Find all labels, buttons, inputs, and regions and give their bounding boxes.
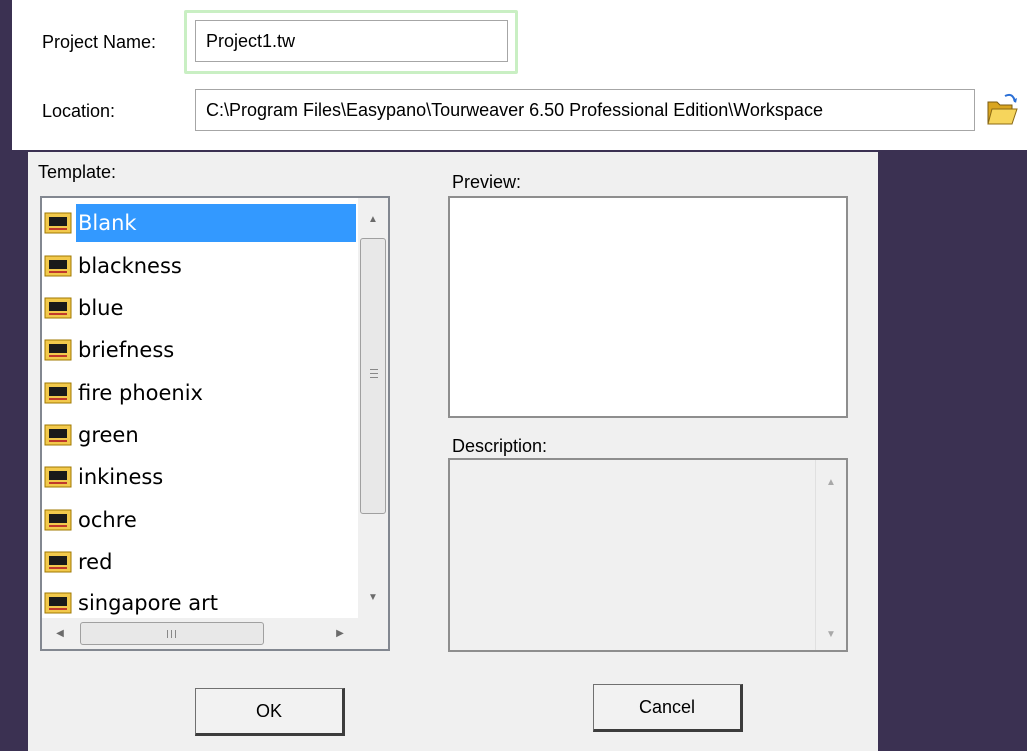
template-icon — [44, 339, 72, 361]
template-list[interactable]: Blank blackness blue briefness fire phoe… — [40, 196, 390, 651]
scroll-right-icon[interactable]: ▶ — [328, 618, 352, 649]
template-icon — [44, 424, 72, 446]
preview-label: Preview: — [452, 172, 522, 192]
template-icon — [44, 509, 72, 531]
project-name-label: Project Name: — [42, 32, 157, 52]
description-scrollbar[interactable]: ▲ ▼ — [815, 460, 846, 650]
list-item-label: fire phoenix — [78, 381, 203, 405]
template-label: Template: — [38, 162, 117, 182]
scroll-left-icon[interactable]: ◀ — [48, 618, 72, 649]
location-label: Location: — [42, 101, 116, 121]
list-item[interactable]: briefness — [44, 331, 176, 369]
list-item[interactable]: inkiness — [44, 458, 165, 496]
list-item[interactable]: ochre — [44, 501, 139, 539]
template-icon — [44, 592, 72, 614]
template-icon — [44, 466, 72, 488]
list-item[interactable]: singapore art — [44, 584, 220, 622]
list-item-label: Blank — [76, 204, 356, 242]
template-icon — [44, 212, 72, 234]
cancel-button[interactable]: Cancel — [593, 684, 743, 732]
template-icon — [44, 551, 72, 573]
scroll-up-icon[interactable]: ▲ — [816, 470, 846, 494]
list-item[interactable]: fire phoenix — [44, 374, 205, 412]
template-icon — [44, 255, 72, 277]
list-item[interactable]: blackness — [44, 247, 184, 285]
vertical-scrollbar[interactable]: ▲ ▼ — [358, 198, 388, 618]
scroll-down-icon[interactable]: ▼ — [816, 622, 846, 646]
list-item-label: briefness — [78, 338, 175, 362]
preview-box — [448, 196, 848, 418]
horizontal-scrollbar[interactable]: ◀ ▶ — [42, 618, 358, 649]
scrollbar-corner — [358, 618, 388, 649]
list-item[interactable]: red — [44, 543, 114, 581]
location-input[interactable]: C:\Program Files\Easypano\Tourweaver 6.5… — [195, 89, 975, 131]
list-item-label: blue — [78, 296, 124, 320]
description-box[interactable]: ▲ ▼ — [448, 458, 848, 652]
description-label: Description: — [452, 436, 548, 456]
list-item-label: blackness — [78, 254, 182, 278]
list-item[interactable]: Blank — [44, 204, 356, 242]
folder-open-icon[interactable] — [985, 90, 1019, 128]
list-item-label: ochre — [78, 508, 137, 532]
list-item[interactable]: green — [44, 416, 141, 454]
vertical-scroll-thumb[interactable] — [360, 238, 386, 514]
list-item[interactable]: blue — [44, 289, 125, 327]
project-name-input[interactable]: Project1.tw — [195, 20, 508, 62]
list-item-label: singapore art — [78, 591, 218, 615]
list-item-label: green — [78, 423, 139, 447]
scroll-down-icon[interactable]: ▼ — [358, 582, 388, 612]
list-item-label: inkiness — [78, 465, 164, 489]
list-item-label: red — [78, 550, 113, 574]
template-icon — [44, 382, 72, 404]
horizontal-scroll-thumb[interactable] — [80, 622, 264, 645]
template-icon — [44, 297, 72, 319]
ok-button[interactable]: OK — [195, 688, 345, 736]
scroll-up-icon[interactable]: ▲ — [358, 204, 388, 234]
